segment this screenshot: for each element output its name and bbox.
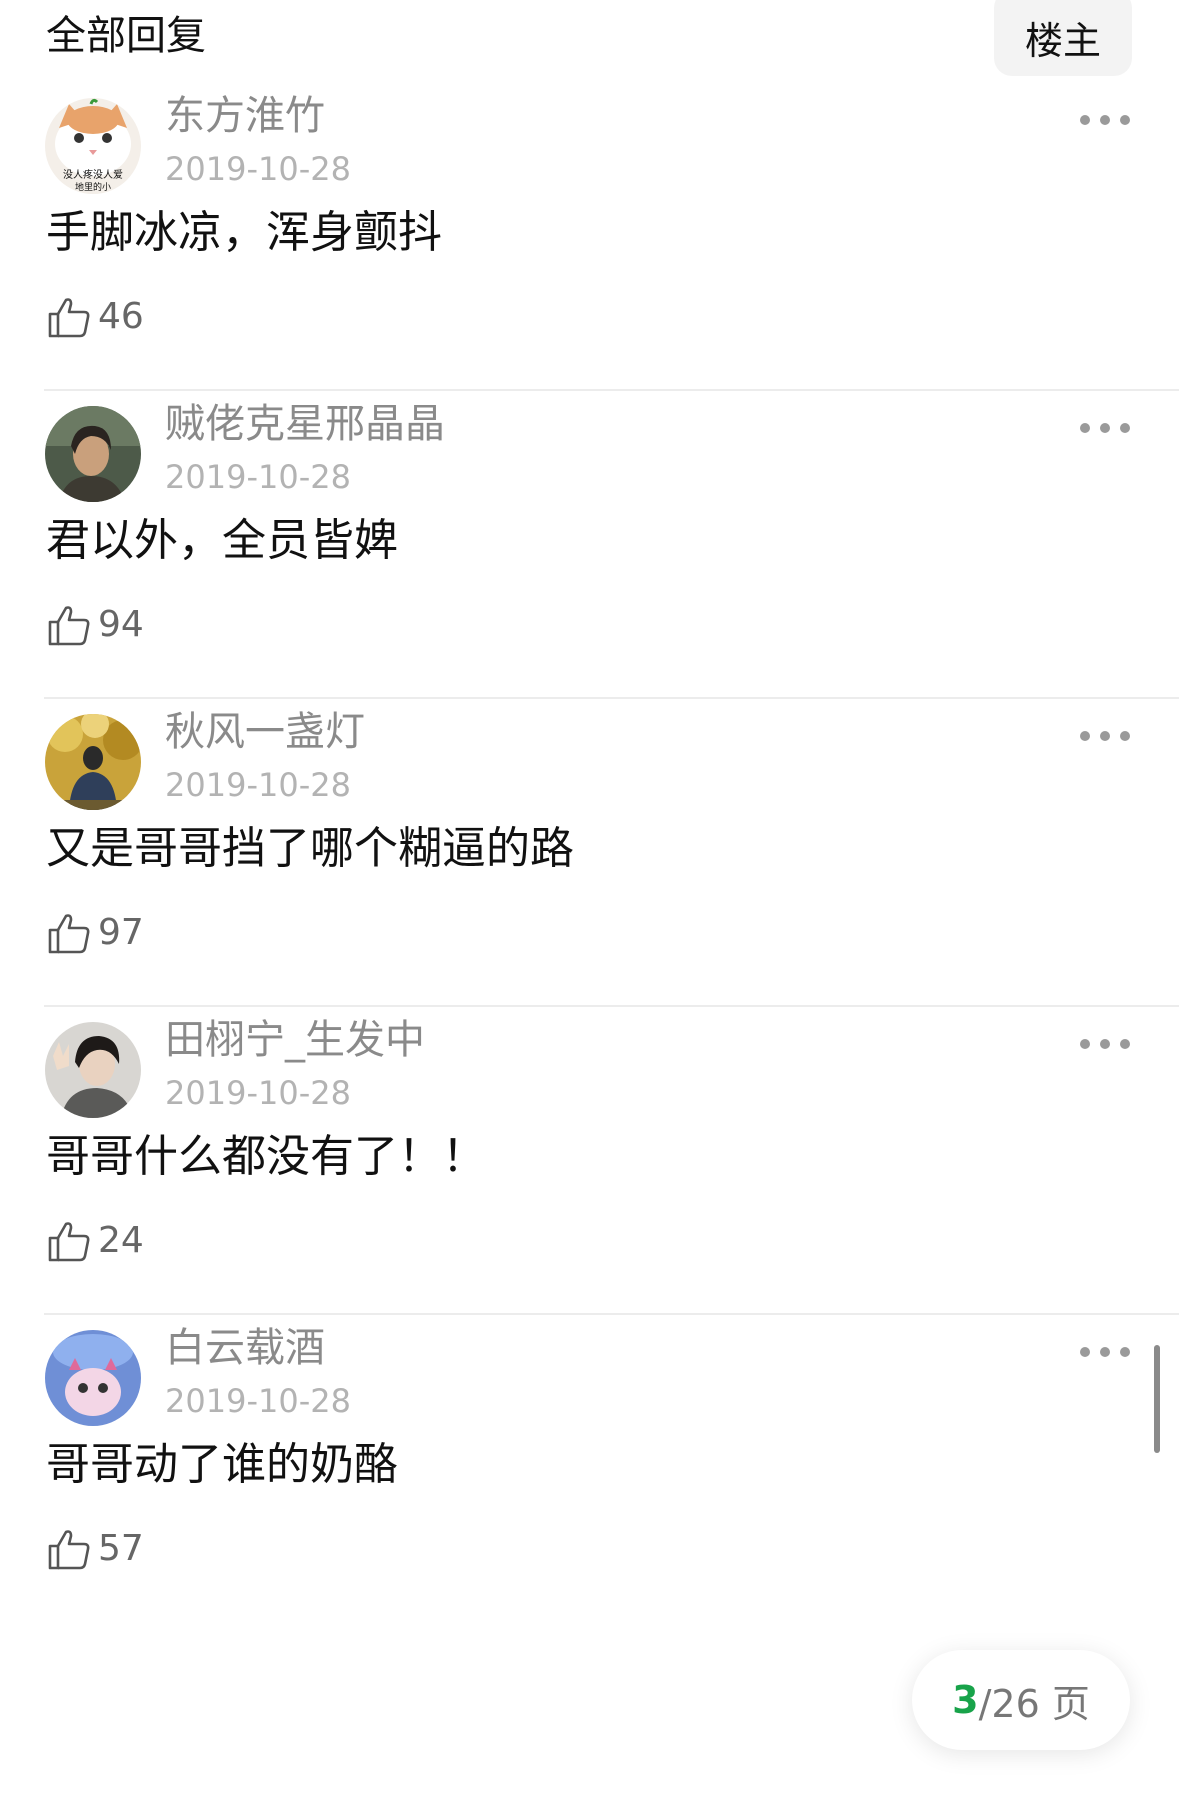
reply-content: 哥哥动了谁的奶酪 (46, 1439, 398, 1490)
post-date: 2019-10-28 (165, 458, 351, 496)
reply-item: 白云载酒 2019-10-28 哥哥动了谁的奶酪 57 (0, 1310, 1179, 1666)
username[interactable]: 白云载酒 (165, 1322, 325, 1374)
more-dots-icon[interactable] (1080, 726, 1130, 746)
total-pages: /26 页 (978, 1681, 1090, 1726)
more-dots-icon[interactable] (1080, 1034, 1130, 1054)
reply-content: 哥哥什么都没有了！！ (46, 1131, 486, 1182)
reply-content: 君以外，全员皆婢 (46, 515, 398, 566)
like-count: 24 (98, 1220, 144, 1261)
owner-only-button[interactable]: 楼主 (994, 0, 1132, 76)
username[interactable]: 田栩宁_生发中 (165, 1014, 425, 1066)
like-button[interactable]: 94 (46, 600, 144, 650)
like-count: 46 (98, 296, 144, 337)
reply-item: 没人疼没人爱 地里的小 东方淮竹 2019-10-28 手脚冰凉，浑身颤抖 46 (0, 78, 1179, 434)
reply-item: 田栩宁_生发中 2019-10-28 哥哥什么都没有了！！ 24 (0, 1002, 1179, 1358)
post-date: 2019-10-28 (165, 1382, 351, 1420)
username[interactable]: 东方淮竹 (165, 90, 325, 142)
thumbs-up-icon (48, 606, 90, 646)
avatar[interactable]: 没人疼没人爱 地里的小 (45, 98, 141, 194)
like-button[interactable]: 24 (46, 1216, 144, 1266)
thumbs-up-icon (48, 1222, 90, 1262)
reply-item: 贼佬克星邢晶晶 2019-10-28 君以外，全员皆婢 94 (0, 386, 1179, 742)
username[interactable]: 贼佬克星邢晶晶 (165, 398, 445, 450)
svg-text:地里的小: 地里的小 (75, 181, 111, 193)
page-title: 全部回复 (46, 13, 206, 59)
like-count: 94 (98, 604, 144, 645)
reply-content: 又是哥哥挡了哪个糊逼的路 (46, 823, 574, 874)
like-button[interactable]: 57 (46, 1524, 144, 1574)
header: 全部回复 楼主 (0, 0, 1179, 80)
thumbs-up-icon (48, 914, 90, 954)
current-page: 3 (952, 1678, 979, 1722)
thumbs-up-icon (48, 298, 90, 338)
like-count: 97 (98, 912, 144, 953)
avatar[interactable] (45, 1022, 141, 1118)
like-count: 57 (98, 1528, 144, 1569)
thumbs-up-icon (48, 1530, 90, 1570)
post-date: 2019-10-28 (165, 1074, 351, 1112)
username[interactable]: 秋风一盏灯 (165, 706, 365, 758)
more-dots-icon[interactable] (1080, 110, 1130, 130)
post-date: 2019-10-28 (165, 150, 351, 188)
post-date: 2019-10-28 (165, 766, 351, 804)
more-dots-icon[interactable] (1080, 1342, 1130, 1362)
svg-text:没人疼没人爱: 没人疼没人爱 (63, 168, 123, 181)
reply-content: 手脚冰凉，浑身颤抖 (46, 207, 442, 258)
avatar[interactable] (45, 714, 141, 810)
reply-item: 秋风一盏灯 2019-10-28 又是哥哥挡了哪个糊逼的路 97 (0, 694, 1179, 1050)
avatar[interactable] (45, 1330, 141, 1426)
page-indicator[interactable]: 3/26 页 (912, 1650, 1130, 1750)
scrollbar[interactable] (1154, 1345, 1160, 1453)
more-dots-icon[interactable] (1080, 418, 1130, 438)
avatar[interactable] (45, 406, 141, 502)
like-button[interactable]: 97 (46, 908, 144, 958)
like-button[interactable]: 46 (46, 292, 144, 342)
